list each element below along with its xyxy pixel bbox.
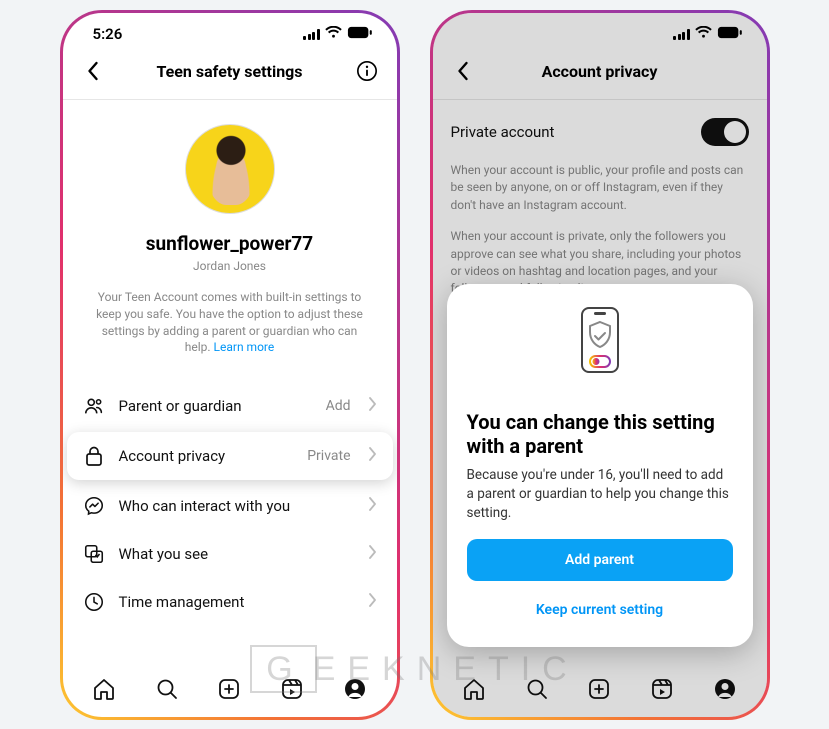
status-bar: 5:26 — [63, 13, 397, 47]
header: Teen safety settings — [63, 47, 397, 99]
battery-icon — [347, 25, 373, 43]
modal-illustration — [467, 304, 733, 394]
messenger-icon — [83, 495, 105, 517]
back-button[interactable] — [79, 57, 107, 85]
media-overlap-icon — [83, 543, 105, 565]
row-meta: Private — [307, 448, 350, 464]
row-who-interact[interactable]: Who can interact with you — [63, 482, 397, 530]
row-label: What you see — [119, 545, 355, 563]
learn-more-link[interactable]: Learn more — [214, 340, 275, 354]
keep-setting-button[interactable]: Keep current setting — [467, 589, 733, 631]
username: sunflower_power77 — [83, 232, 377, 255]
tab-create[interactable] — [216, 676, 242, 702]
tab-bar — [63, 661, 397, 717]
tab-profile[interactable] — [342, 676, 368, 702]
page-title: Teen safety settings — [107, 62, 353, 81]
chevron-right-icon — [369, 497, 377, 515]
avatar — [185, 124, 275, 214]
row-label: Who can interact with you — [119, 497, 355, 515]
modal-title: You can change this setting with a paren… — [467, 410, 733, 458]
row-label: Account privacy — [119, 447, 294, 465]
profile-section: sunflower_power77 Jordan Jones Your Teen… — [63, 100, 397, 364]
wifi-icon — [325, 25, 342, 43]
row-account-privacy[interactable]: Account privacy Private — [67, 432, 393, 480]
profile-description: Your Teen Account comes with built-in se… — [83, 289, 377, 356]
row-label: Parent or guardian — [119, 397, 312, 415]
clock-icon — [83, 591, 105, 613]
chevron-right-icon — [369, 593, 377, 611]
tab-reels[interactable] — [279, 676, 305, 702]
chevron-right-icon — [369, 447, 377, 465]
row-parent-guardian[interactable]: Parent or guardian Add — [63, 382, 397, 430]
parent-required-modal: You can change this setting with a paren… — [447, 284, 753, 647]
modal-body: Because you're under 16, you'll need to … — [467, 466, 733, 523]
cellular-icon — [303, 29, 320, 40]
status-time: 5:26 — [93, 25, 123, 43]
chevron-right-icon — [369, 397, 377, 415]
phone-right: Account privacy Private account When you… — [430, 10, 770, 720]
chevron-right-icon — [369, 545, 377, 563]
add-parent-button[interactable]: Add parent — [467, 539, 733, 581]
tab-search[interactable] — [154, 676, 180, 702]
realname: Jordan Jones — [83, 259, 377, 273]
row-label: Time management — [119, 593, 355, 611]
info-button[interactable] — [353, 57, 381, 85]
phone-left: 5:26 Teen safety settings — [60, 10, 400, 720]
row-what-you-see[interactable]: What you see — [63, 530, 397, 578]
row-meta: Add — [326, 398, 351, 414]
settings-list: Parent or guardian Add Account privacy P… — [63, 364, 397, 626]
tab-home[interactable] — [91, 676, 117, 702]
row-time-management[interactable]: Time management — [63, 578, 397, 626]
people-icon — [83, 395, 105, 417]
lock-icon — [83, 445, 105, 467]
